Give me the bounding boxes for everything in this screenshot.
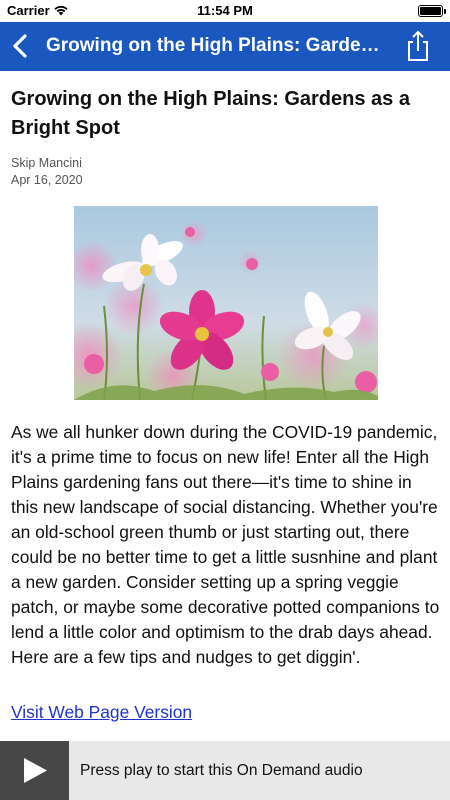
battery-icon (418, 5, 446, 17)
navigation-bar: Growing on the High Plains: Gardens as a… (0, 22, 450, 71)
player-prompt: Press play to start this On Demand audio (80, 762, 363, 779)
article-author: Skip Mancini (11, 156, 82, 170)
status-time: 11:54 PM (197, 3, 253, 18)
nav-title: Growing on the High Plains: Gardens as a… (46, 35, 390, 56)
play-button[interactable] (0, 741, 69, 800)
play-icon (24, 758, 47, 783)
audio-player-bar: Press play to start this On Demand audio (0, 741, 450, 800)
share-icon[interactable] (403, 30, 433, 62)
chevron-left-icon[interactable] (8, 32, 34, 60)
article-body: As we all hunker down during the COVID-1… (11, 422, 440, 667)
article-title: Growing on the High Plains: Gardens as a… (11, 88, 410, 139)
status-bar: Carrier 11:54 PM (0, 0, 450, 22)
article-date: Apr 16, 2020 (11, 173, 83, 187)
article-image (74, 206, 378, 400)
visit-web-page-link[interactable]: Visit Web Page Version (11, 702, 192, 723)
